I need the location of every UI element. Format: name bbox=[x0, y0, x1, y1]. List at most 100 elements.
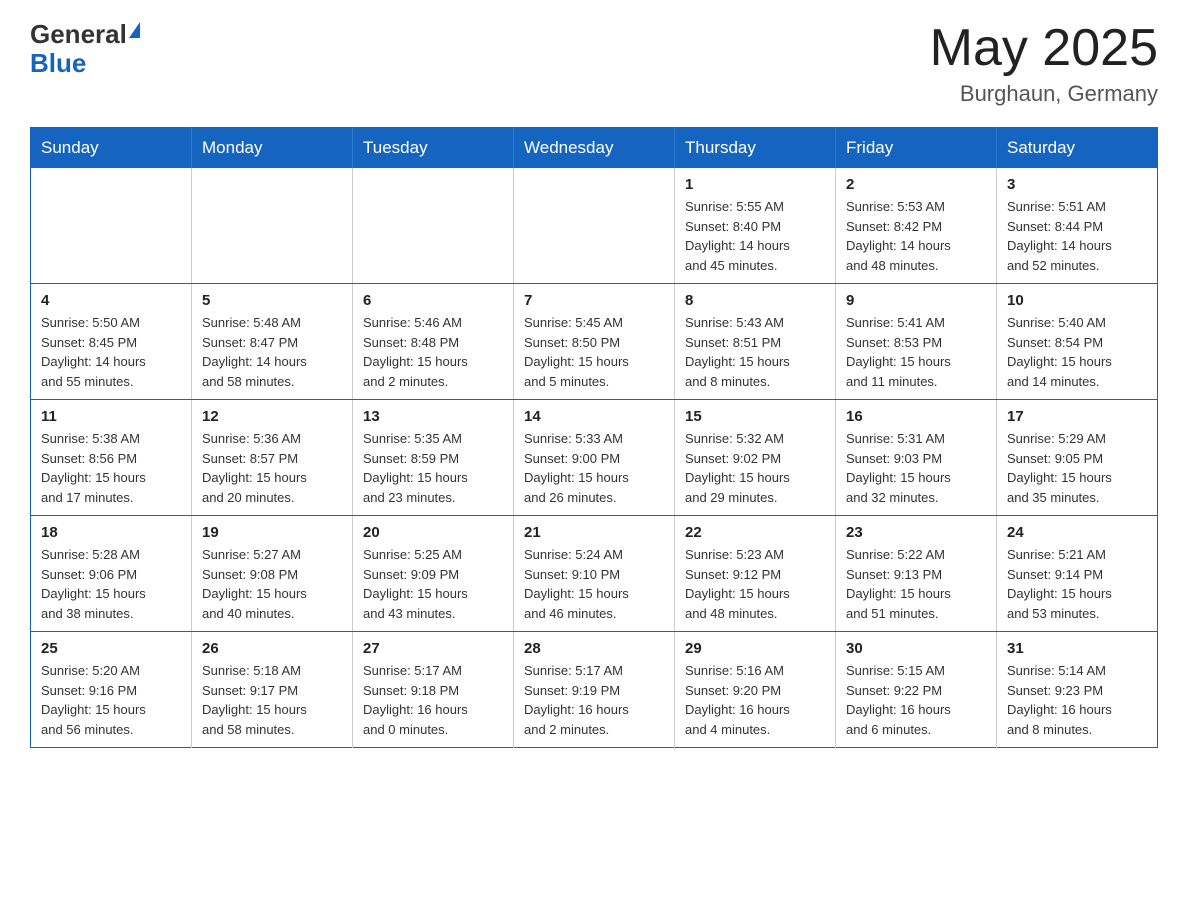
calendar-day-cell: 10 Sunrise: 5:40 AMSunset: 8:54 PMDayligh… bbox=[997, 284, 1158, 400]
day-of-week-header: Wednesday bbox=[514, 128, 675, 169]
calendar-day-cell: 27 Sunrise: 5:17 AMSunset: 9:18 PMDayligh… bbox=[353, 632, 514, 748]
day-info: Sunrise: 5:53 AMSunset: 8:42 PMDaylight:… bbox=[846, 197, 986, 275]
calendar-day-cell: 15 Sunrise: 5:32 AMSunset: 9:02 PMDayligh… bbox=[675, 400, 836, 516]
day-info: Sunrise: 5:35 AMSunset: 8:59 PMDaylight:… bbox=[363, 429, 503, 507]
day-number: 12 bbox=[202, 408, 342, 425]
calendar-day-cell: 30Sunrise: 5:15 AMSunset: 9:22 PMDayligh… bbox=[836, 632, 997, 748]
calendar-day-cell: 14 Sunrise: 5:33 AMSunset: 9:00 PMDayligh… bbox=[514, 400, 675, 516]
day-of-week-header: Saturday bbox=[997, 128, 1158, 169]
day-info: Sunrise: 5:23 AMSunset: 9:12 PMDaylight:… bbox=[685, 545, 825, 623]
calendar-day-cell: 13 Sunrise: 5:35 AMSunset: 8:59 PMDayligh… bbox=[353, 400, 514, 516]
logo-blue-text: Blue bbox=[30, 48, 86, 78]
day-number: 28 bbox=[524, 640, 664, 657]
day-number: 8 bbox=[685, 292, 825, 309]
day-number: 27 bbox=[363, 640, 503, 657]
day-number: 22 bbox=[685, 524, 825, 541]
day-info: Sunrise: 5:21 AMSunset: 9:14 PMDaylight:… bbox=[1007, 545, 1147, 623]
day-info: Sunrise: 5:32 AMSunset: 9:02 PMDaylight:… bbox=[685, 429, 825, 507]
day-of-week-header: Sunday bbox=[31, 128, 192, 169]
day-info: Sunrise: 5:51 AMSunset: 8:44 PMDaylight:… bbox=[1007, 197, 1147, 275]
day-number: 7 bbox=[524, 292, 664, 309]
calendar-day-cell: 1Sunrise: 5:55 AMSunset: 8:40 PMDaylight… bbox=[675, 168, 836, 284]
day-info: Sunrise: 5:14 AMSunset: 9:23 PMDaylight:… bbox=[1007, 661, 1147, 739]
calendar-week-row: 4 Sunrise: 5:50 AMSunset: 8:45 PMDaylight… bbox=[31, 284, 1158, 400]
day-number: 26 bbox=[202, 640, 342, 657]
day-of-week-header: Tuesday bbox=[353, 128, 514, 169]
day-info: Sunrise: 5:38 AMSunset: 8:56 PMDaylight:… bbox=[41, 429, 181, 507]
day-of-week-header: Thursday bbox=[675, 128, 836, 169]
calendar-day-cell: 6 Sunrise: 5:46 AMSunset: 8:48 PMDaylight… bbox=[353, 284, 514, 400]
calendar-day-cell: 17Sunrise: 5:29 AMSunset: 9:05 PMDayligh… bbox=[997, 400, 1158, 516]
day-number: 6 bbox=[363, 292, 503, 309]
day-number: 23 bbox=[846, 524, 986, 541]
day-info: Sunrise: 5:17 AMSunset: 9:19 PMDaylight:… bbox=[524, 661, 664, 739]
calendar-day-cell: 12 Sunrise: 5:36 AMSunset: 8:57 PMDayligh… bbox=[192, 400, 353, 516]
calendar-day-cell: 2 Sunrise: 5:53 AMSunset: 8:42 PMDaylight… bbox=[836, 168, 997, 284]
day-of-week-header: Monday bbox=[192, 128, 353, 169]
calendar-day-cell: 29Sunrise: 5:16 AMSunset: 9:20 PMDayligh… bbox=[675, 632, 836, 748]
calendar-day-cell: 4 Sunrise: 5:50 AMSunset: 8:45 PMDaylight… bbox=[31, 284, 192, 400]
day-info: Sunrise: 5:17 AMSunset: 9:18 PMDaylight:… bbox=[363, 661, 503, 739]
calendar-week-row: 25 Sunrise: 5:20 AMSunset: 9:16 PMDayligh… bbox=[31, 632, 1158, 748]
day-info: Sunrise: 5:48 AMSunset: 8:47 PMDaylight:… bbox=[202, 313, 342, 391]
logo: General Blue bbox=[30, 20, 140, 77]
day-of-week-header: Friday bbox=[836, 128, 997, 169]
title-section: May 2025 Burghaun, Germany bbox=[930, 20, 1158, 107]
day-number: 29 bbox=[685, 640, 825, 657]
day-info: Sunrise: 5:28 AMSunset: 9:06 PMDaylight:… bbox=[41, 545, 181, 623]
day-info: Sunrise: 5:50 AMSunset: 8:45 PMDaylight:… bbox=[41, 313, 181, 391]
calendar-day-cell bbox=[353, 168, 514, 284]
day-info: Sunrise: 5:36 AMSunset: 8:57 PMDaylight:… bbox=[202, 429, 342, 507]
day-info: Sunrise: 5:33 AMSunset: 9:00 PMDaylight:… bbox=[524, 429, 664, 507]
day-number: 30 bbox=[846, 640, 986, 657]
calendar-day-cell: 11Sunrise: 5:38 AMSunset: 8:56 PMDayligh… bbox=[31, 400, 192, 516]
calendar-week-row: 11Sunrise: 5:38 AMSunset: 8:56 PMDayligh… bbox=[31, 400, 1158, 516]
calendar-day-cell: 18 Sunrise: 5:28 AMSunset: 9:06 PMDayligh… bbox=[31, 516, 192, 632]
calendar-day-cell: 19 Sunrise: 5:27 AMSunset: 9:08 PMDayligh… bbox=[192, 516, 353, 632]
day-info: Sunrise: 5:43 AMSunset: 8:51 PMDaylight:… bbox=[685, 313, 825, 391]
day-info: Sunrise: 5:25 AMSunset: 9:09 PMDaylight:… bbox=[363, 545, 503, 623]
day-number: 21 bbox=[524, 524, 664, 541]
day-number: 1 bbox=[685, 176, 825, 193]
calendar-day-cell bbox=[514, 168, 675, 284]
day-number: 16 bbox=[846, 408, 986, 425]
calendar-day-cell: 3Sunrise: 5:51 AMSunset: 8:44 PMDaylight… bbox=[997, 168, 1158, 284]
day-number: 14 bbox=[524, 408, 664, 425]
day-info: Sunrise: 5:29 AMSunset: 9:05 PMDaylight:… bbox=[1007, 429, 1147, 507]
day-info: Sunrise: 5:18 AMSunset: 9:17 PMDaylight:… bbox=[202, 661, 342, 739]
day-info: Sunrise: 5:45 AMSunset: 8:50 PMDaylight:… bbox=[524, 313, 664, 391]
day-number: 5 bbox=[202, 292, 342, 309]
day-number: 18 bbox=[41, 524, 181, 541]
day-number: 20 bbox=[363, 524, 503, 541]
day-number: 15 bbox=[685, 408, 825, 425]
day-number: 2 bbox=[846, 176, 986, 193]
day-number: 13 bbox=[363, 408, 503, 425]
calendar-day-cell: 9Sunrise: 5:41 AMSunset: 8:53 PMDaylight… bbox=[836, 284, 997, 400]
calendar-week-row: 1Sunrise: 5:55 AMSunset: 8:40 PMDaylight… bbox=[31, 168, 1158, 284]
calendar-day-cell: 25 Sunrise: 5:20 AMSunset: 9:16 PMDayligh… bbox=[31, 632, 192, 748]
day-info: Sunrise: 5:40 AMSunset: 8:54 PMDaylight:… bbox=[1007, 313, 1147, 391]
calendar-day-cell: 8 Sunrise: 5:43 AMSunset: 8:51 PMDaylight… bbox=[675, 284, 836, 400]
calendar-table: SundayMondayTuesdayWednesdayThursdayFrid… bbox=[30, 127, 1158, 748]
day-number: 10 bbox=[1007, 292, 1147, 309]
day-info: Sunrise: 5:27 AMSunset: 9:08 PMDaylight:… bbox=[202, 545, 342, 623]
calendar-day-cell: 5 Sunrise: 5:48 AMSunset: 8:47 PMDaylight… bbox=[192, 284, 353, 400]
month-title: May 2025 bbox=[930, 20, 1158, 77]
logo-arrow-icon bbox=[129, 22, 140, 38]
calendar-header-row: SundayMondayTuesdayWednesdayThursdayFrid… bbox=[31, 128, 1158, 169]
calendar-day-cell: 20 Sunrise: 5:25 AMSunset: 9:09 PMDayligh… bbox=[353, 516, 514, 632]
day-number: 19 bbox=[202, 524, 342, 541]
day-number: 31 bbox=[1007, 640, 1147, 657]
day-info: Sunrise: 5:22 AMSunset: 9:13 PMDaylight:… bbox=[846, 545, 986, 623]
calendar-day-cell: 26 Sunrise: 5:18 AMSunset: 9:17 PMDayligh… bbox=[192, 632, 353, 748]
calendar-day-cell: 24 Sunrise: 5:21 AMSunset: 9:14 PMDayligh… bbox=[997, 516, 1158, 632]
day-number: 25 bbox=[41, 640, 181, 657]
calendar-week-row: 18 Sunrise: 5:28 AMSunset: 9:06 PMDayligh… bbox=[31, 516, 1158, 632]
day-number: 24 bbox=[1007, 524, 1147, 541]
calendar-day-cell bbox=[192, 168, 353, 284]
day-number: 4 bbox=[41, 292, 181, 309]
day-info: Sunrise: 5:20 AMSunset: 9:16 PMDaylight:… bbox=[41, 661, 181, 739]
calendar-day-cell: 23 Sunrise: 5:22 AMSunset: 9:13 PMDayligh… bbox=[836, 516, 997, 632]
day-info: Sunrise: 5:46 AMSunset: 8:48 PMDaylight:… bbox=[363, 313, 503, 391]
location-label: Burghaun, Germany bbox=[930, 81, 1158, 107]
